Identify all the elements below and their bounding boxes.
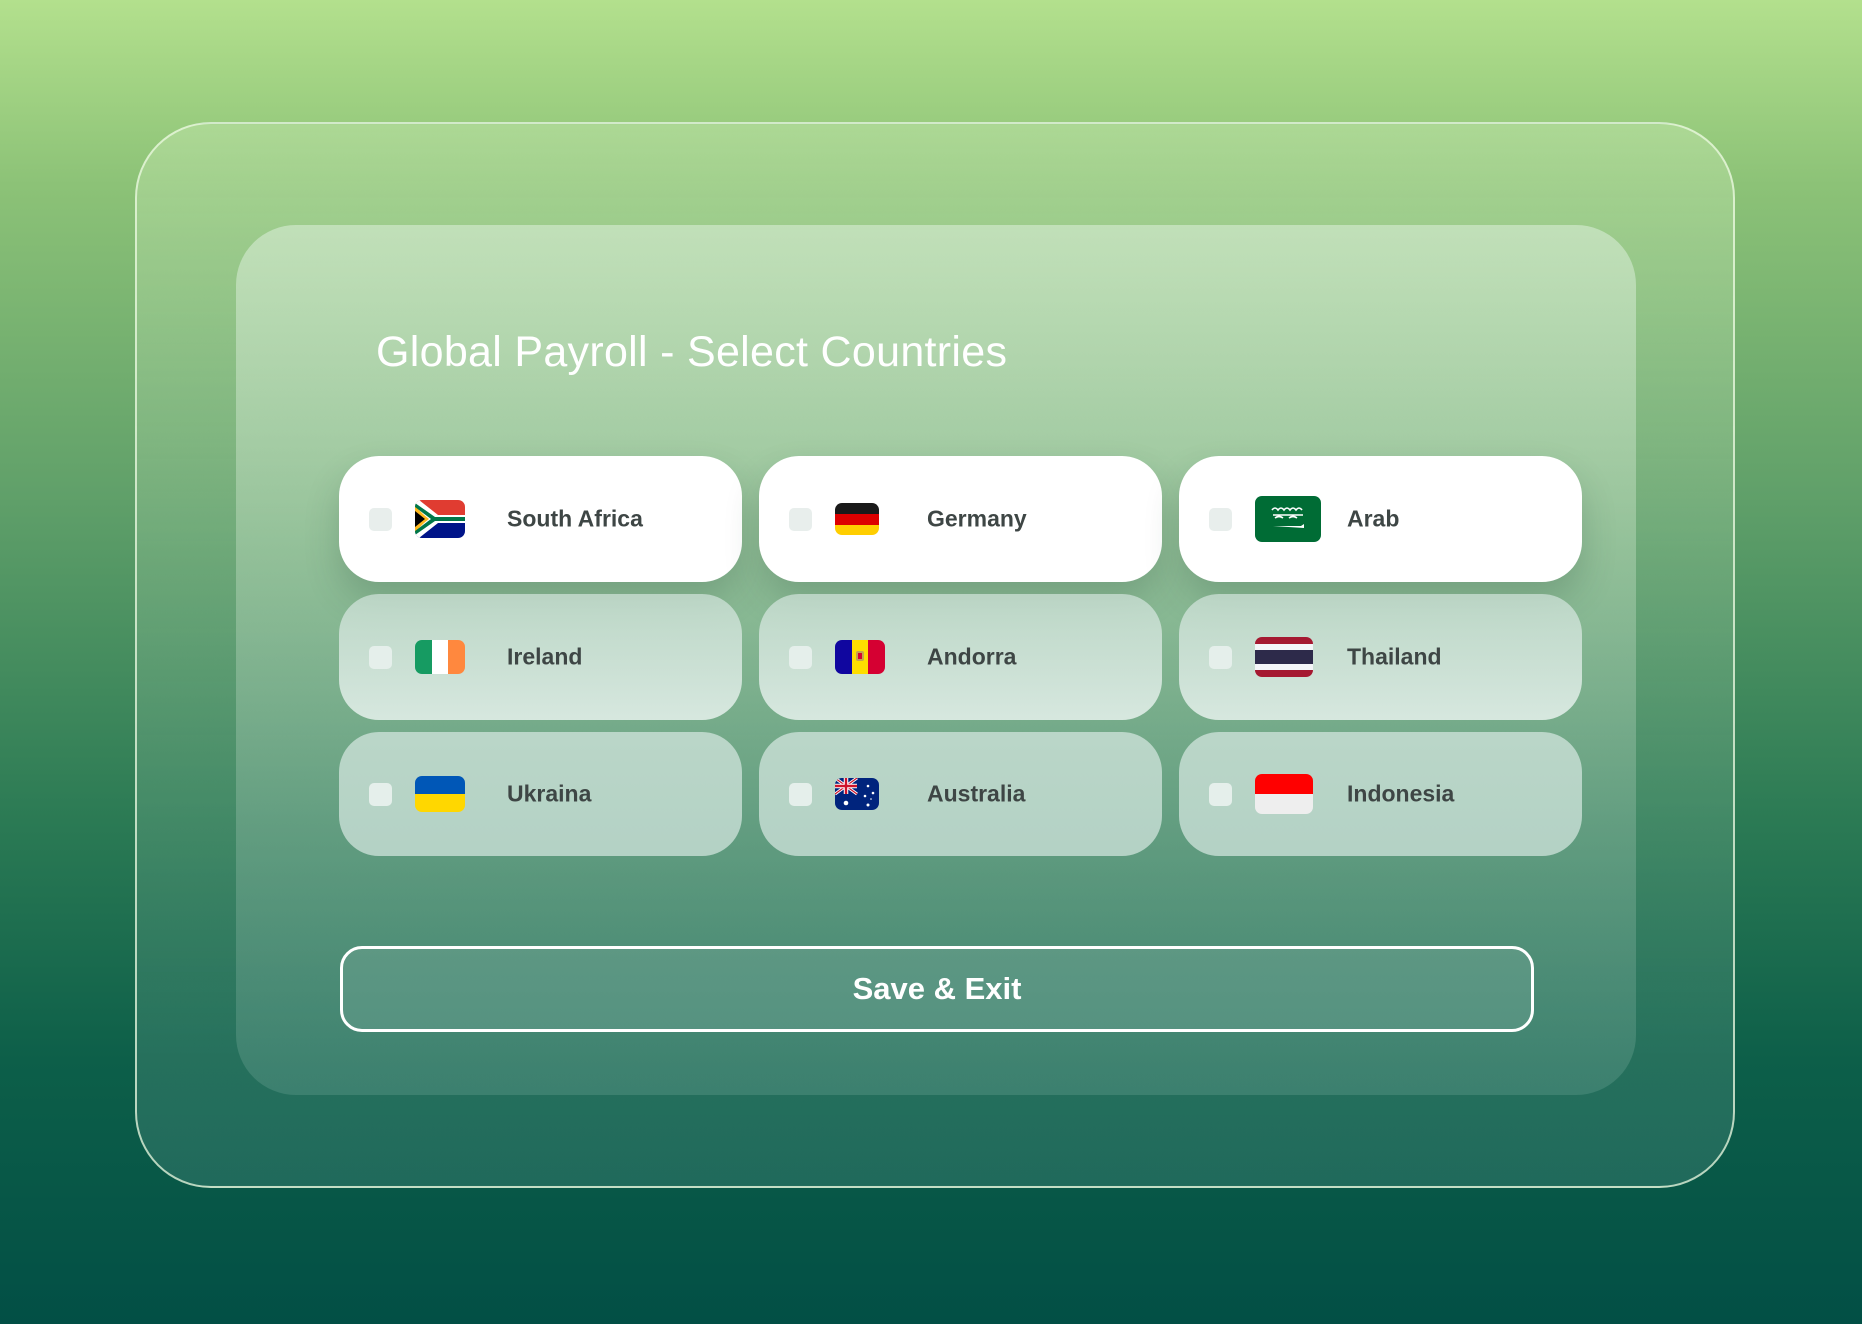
country-card-ireland[interactable]: Ireland <box>339 594 742 720</box>
germany-flag-icon <box>835 503 879 535</box>
country-card-andorra[interactable]: Andorra <box>759 594 1162 720</box>
country-checkbox[interactable] <box>789 508 812 531</box>
country-checkbox[interactable] <box>1209 508 1232 531</box>
country-label: South Africa <box>507 505 643 532</box>
ukraine-flag-icon <box>415 776 465 812</box>
country-label: Indonesia <box>1347 780 1455 807</box>
country-label: Australia <box>927 780 1026 807</box>
country-label: Ukraina <box>507 780 592 807</box>
country-card-ukraina[interactable]: Ukraina <box>339 732 742 856</box>
country-label: Thailand <box>1347 643 1442 670</box>
country-label: Germany <box>927 505 1027 532</box>
thailand-flag-icon <box>1255 637 1313 677</box>
country-card-south-africa[interactable]: South Africa <box>339 456 742 582</box>
country-label: Arab <box>1347 505 1400 532</box>
country-label: Andorra <box>927 643 1017 670</box>
save-exit-button[interactable]: Save & Exit <box>340 946 1534 1032</box>
country-checkbox[interactable] <box>789 783 812 806</box>
country-card-indonesia[interactable]: Indonesia <box>1179 732 1582 856</box>
indonesia-flag-icon <box>1255 774 1313 814</box>
country-checkbox[interactable] <box>1209 646 1232 669</box>
country-card-germany[interactable]: Germany <box>759 456 1162 582</box>
country-card-thailand[interactable]: Thailand <box>1179 594 1582 720</box>
country-card-arab[interactable]: Arab <box>1179 456 1582 582</box>
country-checkbox[interactable] <box>369 783 392 806</box>
australia-flag-icon <box>835 778 879 810</box>
country-label: Ireland <box>507 643 583 670</box>
ireland-flag-icon <box>415 640 465 674</box>
country-grid: South Africa Germany Arab Ireland Andorr… <box>339 456 1583 856</box>
country-card-australia[interactable]: Australia <box>759 732 1162 856</box>
page-title: Global Payroll - Select Countries <box>376 328 1008 376</box>
south-africa-flag-icon <box>415 500 465 538</box>
country-checkbox[interactable] <box>369 646 392 669</box>
country-checkbox[interactable] <box>789 646 812 669</box>
saudi-arabia-flag-icon <box>1255 496 1321 542</box>
country-checkbox[interactable] <box>369 508 392 531</box>
andorra-flag-icon <box>835 640 885 674</box>
country-checkbox[interactable] <box>1209 783 1232 806</box>
